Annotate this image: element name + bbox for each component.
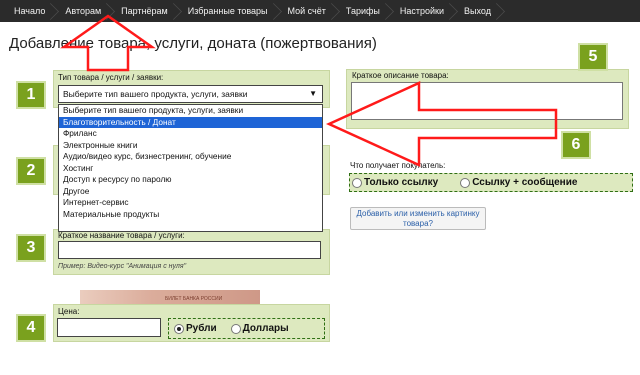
- up-arrow-icon: [60, 14, 156, 72]
- annotation-arrows: [60, 14, 558, 167]
- page: Начало Авторам Партнёрам Избранные товар…: [0, 0, 640, 375]
- left-arrow-icon: [325, 81, 558, 167]
